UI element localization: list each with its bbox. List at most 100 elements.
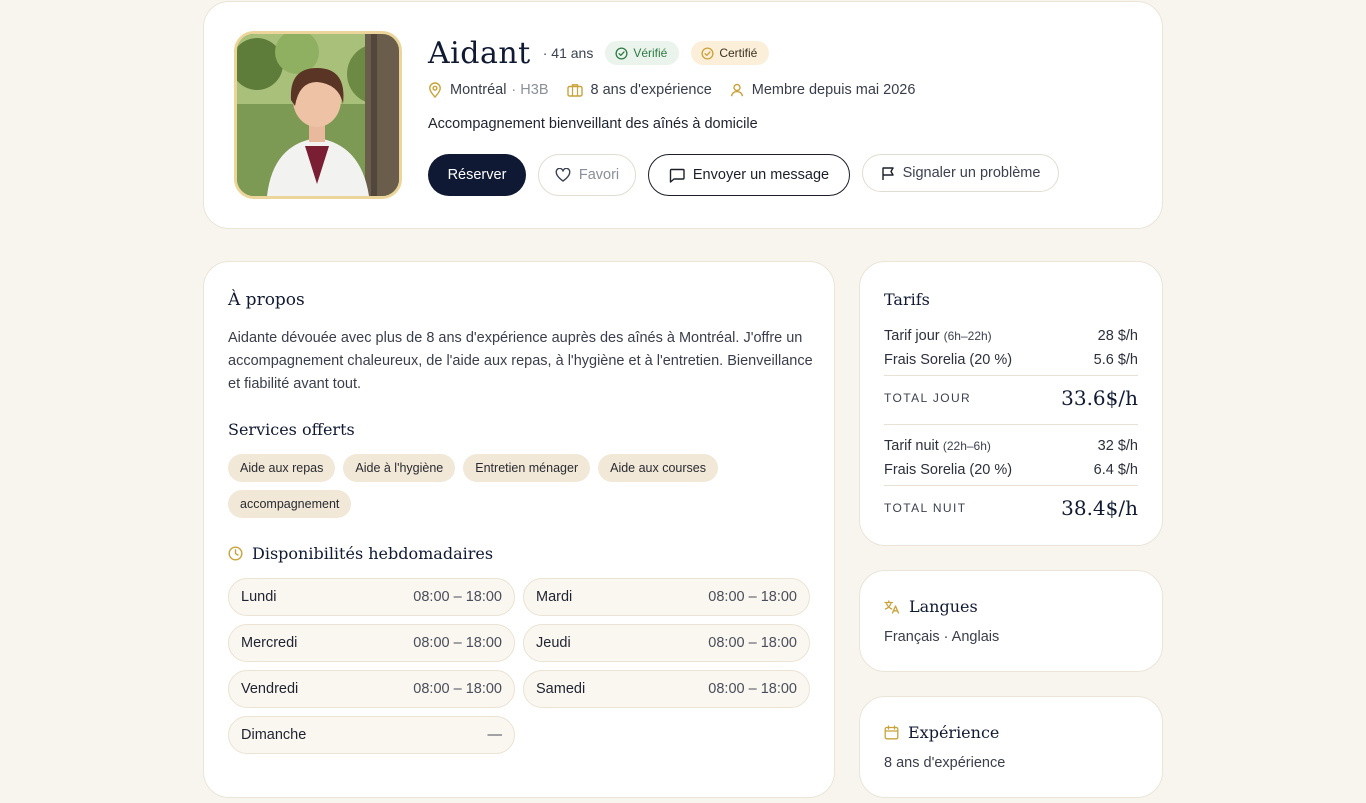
profile-card: Aidant · 41 ans Vérifié Certifié Montréa… [203, 1, 1163, 229]
day-fee-label: Frais Sorelia (20 %) [884, 352, 1013, 368]
night-rate-value: 32 $/h [1097, 438, 1138, 454]
day-row: Lundi 08:00 – 18:00 [228, 578, 515, 616]
favorite-button[interactable]: Favori [538, 154, 636, 196]
experience-title: Expérience [908, 723, 1000, 742]
day-name: Samedi [536, 681, 586, 697]
location: Montréal · H3B [428, 82, 549, 98]
avatar [234, 31, 402, 199]
tariffs-card: Tarifs Tarif jour (6h–22h) 28 $/h Frais … [859, 261, 1163, 546]
day-name: Dimanche [241, 727, 307, 743]
report-problem-button[interactable]: Signaler un problème [862, 154, 1059, 192]
night-rate-hours: (22h–6h) [942, 439, 991, 453]
service-chip: Aide aux courses [598, 454, 718, 482]
caregiver-name: Aidant [428, 35, 531, 71]
calendar-icon [884, 725, 899, 740]
favorite-label: Favori [578, 167, 620, 183]
night-rate-label: Tarif nuit [884, 438, 939, 454]
day-fee-value: 5.6 $/h [1093, 352, 1138, 368]
day-rate-hours: (6h–22h) [943, 329, 992, 343]
certified-check-icon [701, 46, 714, 60]
day-hours: 08:00 – 18:00 [413, 681, 502, 697]
day-name: Mercredi [241, 635, 298, 651]
postal-code: · H3B [511, 82, 549, 98]
briefcase-icon [566, 84, 583, 97]
experience-value: 8 ans d'expérience [884, 755, 1006, 771]
heart-icon [555, 168, 571, 182]
availability-header: Disponibilités hebdomadaires [228, 544, 493, 563]
services-title: Services offerts [228, 420, 355, 439]
service-chip: Aide à l'hygiène [343, 454, 456, 482]
check-circle-icon [615, 46, 628, 60]
availability-grid: Lundi 08:00 – 18:00 Mardi 08:00 – 18:00 Me… [228, 578, 810, 754]
divider [884, 375, 1138, 376]
map-pin-icon [429, 82, 441, 98]
tariffs-title: Tarifs [884, 290, 930, 309]
certified-badge: Certifié [691, 41, 770, 65]
member-since-meta: Membre depuis mai 2026 [730, 82, 916, 98]
day-row: Jeudi 08:00 – 18:00 [523, 624, 810, 662]
service-chip: Entretien ménager [463, 454, 591, 482]
day-rate-value: 28 $/h [1097, 328, 1138, 344]
message-icon [669, 168, 685, 183]
divider [884, 485, 1138, 486]
day-hours: 08:00 – 18:00 [708, 635, 797, 651]
day-total-label: TOTAL JOUR [884, 391, 972, 405]
flag-icon [881, 166, 894, 180]
day-total-row: TOTAL JOUR 33.6$/h [884, 384, 1138, 412]
day-rate-label: Tarif jour [884, 328, 940, 344]
night-total-row: TOTAL NUIT 38.4$/h [884, 494, 1138, 522]
services-list: Aide aux repas Aide à l'hygiène Entretie… [228, 454, 813, 526]
day-row: Vendredi 08:00 – 18:00 [228, 670, 515, 708]
experience-years: 8 ans d'expérience [590, 82, 712, 98]
day-hours: — [487, 727, 503, 743]
about-title: À propos [228, 290, 305, 310]
languages-header: Langues [884, 597, 978, 616]
verified-badge: Vérifié [605, 41, 680, 65]
day-row: Dimanche — [228, 716, 515, 754]
certified-label: Certifié [719, 46, 758, 60]
day-row: Mardi 08:00 – 18:00 [523, 578, 810, 616]
night-fee-value: 6.4 $/h [1093, 462, 1138, 478]
caregiver-age: · 41 ans [542, 45, 594, 61]
night-fee-row: Frais Sorelia (20 %) 6.4 $/h [884, 462, 1138, 478]
day-name: Vendredi [241, 681, 299, 697]
languages-value: Français · Anglais [884, 629, 1000, 645]
day-hours: 08:00 – 18:00 [708, 681, 797, 697]
experience-card: Expérience 8 ans d'expérience [859, 696, 1163, 798]
service-chip: Aide aux repas [228, 454, 336, 482]
experience-header: Expérience [884, 723, 999, 742]
tagline: Accompagnement bienveillant des aînés à … [428, 116, 758, 132]
day-row: Samedi 08:00 – 18:00 [523, 670, 810, 708]
day-name: Lundi [241, 589, 277, 605]
day-hours: 08:00 – 18:00 [708, 589, 797, 605]
report-problem-label: Signaler un problème [902, 165, 1041, 181]
day-hours: 08:00 – 18:00 [413, 589, 502, 605]
service-chip: accompagnement [228, 490, 352, 518]
availability-title: Disponibilités hebdomadaires [252, 544, 494, 563]
about-card: À propos Aidante dévouée avec plus de 8 … [203, 261, 835, 798]
languages-title: Langues [909, 597, 978, 616]
day-total-value: 33.6$/h [1061, 386, 1138, 410]
send-message-button[interactable]: Envoyer un message [648, 154, 850, 196]
day-name: Mardi [536, 589, 573, 605]
profile-photo [237, 34, 399, 196]
night-total-value: 38.4$/h [1061, 496, 1138, 520]
day-fee-row: Frais Sorelia (20 %) 5.6 $/h [884, 352, 1138, 368]
city: Montréal [450, 82, 507, 98]
night-total-label: TOTAL NUIT [884, 501, 967, 515]
book-button[interactable]: Réserver [428, 154, 526, 196]
name-row: Aidant · 41 ans Vérifié Certifié [428, 32, 770, 74]
day-name: Jeudi [536, 635, 571, 651]
night-fee-label: Frais Sorelia (20 %) [884, 462, 1013, 478]
clock-icon [228, 546, 243, 561]
user-icon [730, 83, 743, 97]
about-text: Aidante dévouée avec plus de 8 ans d'exp… [228, 330, 813, 392]
day-rate-row: Tarif jour (6h–22h) 28 $/h [884, 328, 1138, 344]
profile-actions: Réserver Favori Envoyer un message Signa… [428, 154, 1071, 196]
night-rate-row: Tarif nuit (22h–6h) 32 $/h [884, 438, 1138, 454]
divider [884, 424, 1138, 425]
languages-card: Langues Français · Anglais [859, 570, 1163, 672]
member-since: Membre depuis mai 2026 [751, 82, 916, 98]
send-message-label: Envoyer un message [692, 167, 830, 183]
verified-label: Vérifié [633, 46, 668, 60]
